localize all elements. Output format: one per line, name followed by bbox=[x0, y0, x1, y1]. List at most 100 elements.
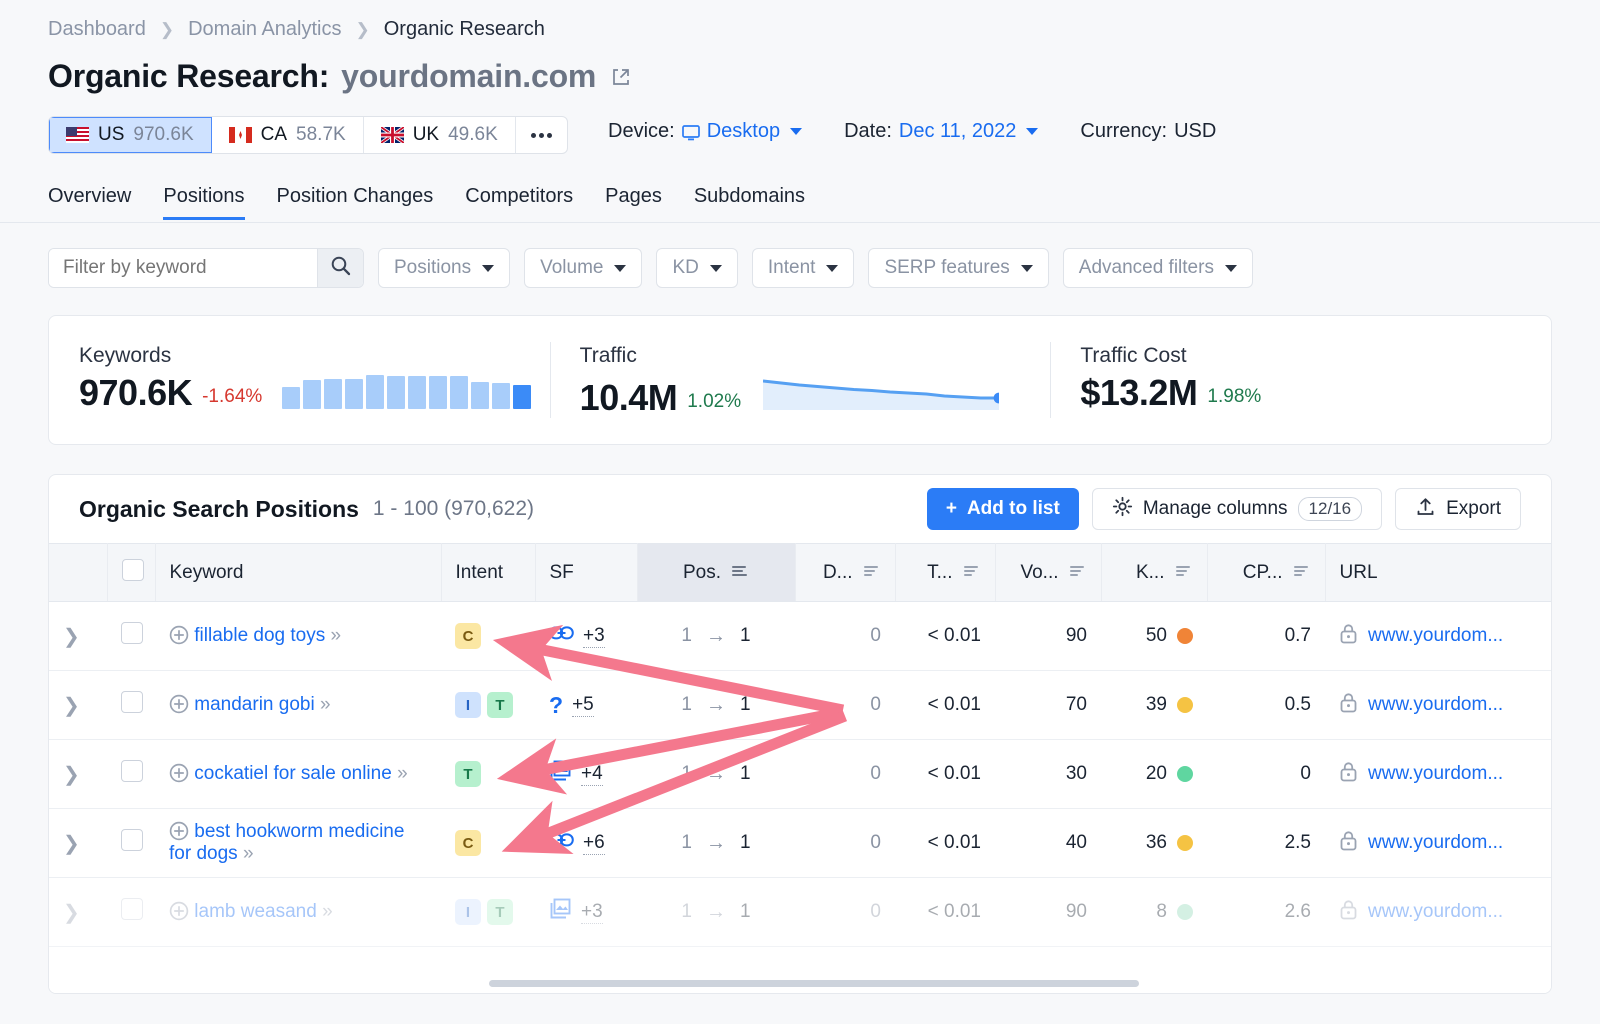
row-select-cell[interactable] bbox=[107, 602, 155, 671]
chevron-right-icon[interactable]: ❯ bbox=[63, 695, 80, 717]
manage-columns-button[interactable]: Manage columns 12/16 bbox=[1092, 488, 1382, 530]
search-button[interactable] bbox=[317, 249, 363, 287]
row-select-cell[interactable] bbox=[107, 671, 155, 740]
question-icon[interactable]: ? bbox=[549, 694, 563, 717]
row-select-cell[interactable] bbox=[107, 740, 155, 809]
export-button[interactable]: Export bbox=[1395, 488, 1521, 530]
col-intent[interactable]: Intent bbox=[441, 544, 535, 602]
external-link-icon[interactable] bbox=[610, 66, 632, 88]
row-select-cell[interactable] bbox=[107, 878, 155, 947]
image-icon[interactable] bbox=[549, 760, 572, 788]
device-selector[interactable]: Device: Desktop bbox=[608, 120, 802, 143]
add-keyword-icon[interactable] bbox=[169, 625, 189, 645]
keyword-link[interactable]: cockatiel for sale online bbox=[194, 763, 392, 784]
image-icon[interactable] bbox=[549, 898, 572, 926]
row-checkbox[interactable] bbox=[121, 691, 143, 713]
keyword-link[interactable]: mandarin gobi bbox=[194, 694, 314, 715]
sf-more-count[interactable]: +6 bbox=[583, 832, 605, 855]
keyword-link[interactable]: best hookworm medicine for dogs bbox=[169, 821, 404, 864]
breadcrumb-item-dashboard[interactable]: Dashboard bbox=[48, 18, 146, 41]
link-icon[interactable] bbox=[549, 625, 574, 647]
select-all-checkbox[interactable] bbox=[122, 559, 144, 581]
col-position[interactable]: Pos. bbox=[637, 544, 795, 602]
keyword-serp-icon[interactable]: » bbox=[243, 843, 252, 864]
sf-more-count[interactable]: +4 bbox=[581, 763, 603, 786]
row-expand-cell[interactable]: ❯ bbox=[49, 878, 107, 947]
chevron-right-icon[interactable]: ❯ bbox=[63, 833, 80, 855]
add-keyword-icon[interactable] bbox=[169, 763, 189, 783]
col-volume[interactable]: Vo... bbox=[995, 544, 1101, 602]
row-checkbox[interactable] bbox=[121, 622, 143, 644]
intent-badge-t[interactable]: T bbox=[487, 692, 513, 718]
filter-volume[interactable]: Volume bbox=[524, 248, 642, 288]
intent-badge-t[interactable]: T bbox=[487, 899, 513, 925]
row-expand-cell[interactable]: ❯ bbox=[49, 671, 107, 740]
tab-competitors[interactable]: Competitors bbox=[465, 185, 573, 220]
keyword-link[interactable]: fillable dog toys bbox=[194, 625, 325, 646]
breadcrumb-item-domain-analytics[interactable]: Domain Analytics bbox=[188, 18, 341, 41]
keyword-serp-icon[interactable]: » bbox=[331, 625, 340, 646]
link-icon[interactable] bbox=[549, 832, 574, 854]
tab-position-changes[interactable]: Position Changes bbox=[277, 185, 434, 220]
country-tab-us[interactable]: US 970.6K bbox=[49, 117, 212, 153]
country-tab-uk[interactable]: UK 49.6K bbox=[364, 117, 516, 153]
add-keyword-icon[interactable] bbox=[169, 694, 189, 714]
date-selector[interactable]: Date: Dec 11, 2022 bbox=[844, 120, 1038, 143]
keyword-serp-icon[interactable]: » bbox=[320, 694, 329, 715]
filter-kd[interactable]: KD bbox=[656, 248, 737, 288]
col-url[interactable]: URL bbox=[1325, 544, 1552, 602]
intent-badge-i[interactable]: I bbox=[455, 692, 481, 718]
row-expand-cell[interactable]: ❯ bbox=[49, 602, 107, 671]
row-select-cell[interactable] bbox=[107, 809, 155, 878]
sf-more-count[interactable]: +5 bbox=[572, 694, 594, 717]
sf-more-count[interactable]: +3 bbox=[583, 625, 605, 648]
tab-pages[interactable]: Pages bbox=[605, 185, 662, 220]
url-link[interactable]: www.yourdom... bbox=[1368, 625, 1503, 647]
table-row[interactable]: ❯ lamb weasand »IT+31→10< 0.019082.6www.… bbox=[49, 878, 1552, 947]
row-checkbox[interactable] bbox=[121, 898, 143, 920]
intent-badge-t[interactable]: T bbox=[455, 761, 481, 787]
filter-advanced[interactable]: Advanced filters bbox=[1063, 248, 1253, 288]
chevron-right-icon[interactable]: ❯ bbox=[63, 902, 80, 924]
row-expand-cell[interactable]: ❯ bbox=[49, 809, 107, 878]
row-checkbox[interactable] bbox=[121, 829, 143, 851]
chevron-right-icon[interactable]: ❯ bbox=[63, 626, 80, 648]
row-expand-cell[interactable]: ❯ bbox=[49, 740, 107, 809]
filter-positions[interactable]: Positions bbox=[378, 248, 510, 288]
tab-positions[interactable]: Positions bbox=[163, 185, 244, 220]
col-cpc[interactable]: CP... bbox=[1207, 544, 1325, 602]
intent-badge-c[interactable]: C bbox=[455, 623, 481, 649]
filter-serp-features[interactable]: SERP features bbox=[868, 248, 1048, 288]
intent-badge-c[interactable]: C bbox=[455, 830, 481, 856]
table-row[interactable]: ❯ best hookworm medicine for dogs »C+61→… bbox=[49, 809, 1552, 878]
url-link[interactable]: www.yourdom... bbox=[1368, 832, 1503, 854]
horizontal-scrollbar[interactable] bbox=[489, 980, 1139, 987]
tab-overview[interactable]: Overview bbox=[48, 185, 131, 220]
search-input[interactable] bbox=[49, 249, 317, 287]
col-traffic[interactable]: T... bbox=[895, 544, 995, 602]
keyword-link[interactable]: lamb weasand bbox=[194, 901, 317, 922]
intent-badge-i[interactable]: I bbox=[455, 899, 481, 925]
table-row[interactable]: ❯ cockatiel for sale online »T+41→10< 0.… bbox=[49, 740, 1552, 809]
url-link[interactable]: www.yourdom... bbox=[1368, 694, 1503, 716]
tab-subdomains[interactable]: Subdomains bbox=[694, 185, 805, 220]
add-keyword-icon[interactable] bbox=[169, 821, 189, 841]
filter-intent[interactable]: Intent bbox=[752, 248, 855, 288]
table-row[interactable]: ❯ fillable dog toys »C+31→10< 0.0190500.… bbox=[49, 602, 1552, 671]
col-diff[interactable]: D... bbox=[795, 544, 895, 602]
chevron-right-icon[interactable]: ❯ bbox=[63, 764, 80, 786]
more-countries-button[interactable] bbox=[516, 117, 567, 153]
add-keyword-icon[interactable] bbox=[169, 901, 189, 921]
col-sf[interactable]: SF bbox=[535, 544, 637, 602]
keyword-serp-icon[interactable]: » bbox=[397, 763, 406, 784]
keyword-serp-icon[interactable]: » bbox=[322, 901, 331, 922]
url-link[interactable]: www.yourdom... bbox=[1368, 901, 1503, 923]
col-kd[interactable]: K... bbox=[1101, 544, 1207, 602]
row-checkbox[interactable] bbox=[121, 760, 143, 782]
country-tab-ca[interactable]: CA 58.7K bbox=[212, 117, 364, 153]
url-link[interactable]: www.yourdom... bbox=[1368, 763, 1503, 785]
table-row[interactable]: ❯ mandarin gobi »IT?+51→10< 0.0170390.5w… bbox=[49, 671, 1552, 740]
add-to-list-button[interactable]: + Add to list bbox=[927, 488, 1079, 530]
sf-more-count[interactable]: +3 bbox=[581, 901, 603, 924]
col-keyword[interactable]: Keyword bbox=[155, 544, 441, 602]
